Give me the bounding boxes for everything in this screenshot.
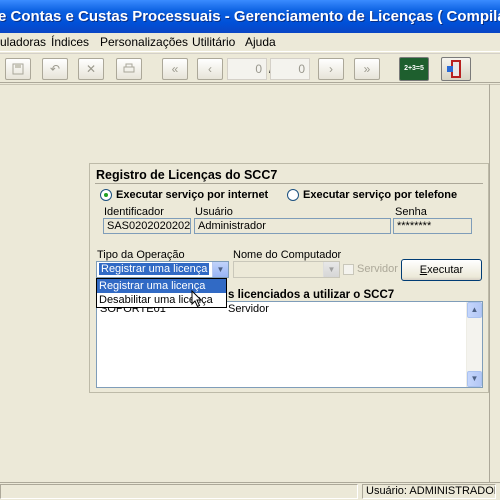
radio-telefone-dot[interactable] — [287, 189, 299, 201]
undo-button[interactable]: ↶ — [42, 58, 68, 80]
licensed-computers-title: s licenciados a utilizar o SCC7 — [228, 289, 395, 301]
tipo-operacao-dropdown: Registrar uma licença Desabilitar uma li… — [96, 278, 227, 308]
executar-label: xecutar — [427, 264, 464, 276]
chevron-down-icon[interactable]: ▼ — [323, 262, 339, 277]
radio-internet[interactable]: Executar serviço por internet — [100, 188, 268, 202]
status-bar: Usuário: ADMINISTRADOR — [0, 482, 500, 500]
status-cell-empty — [0, 484, 358, 499]
left-icon: ‹ — [208, 62, 212, 76]
mouse-cursor-icon — [191, 290, 203, 308]
list-item-type[interactable]: Servidor — [228, 303, 269, 315]
calculator-button[interactable]: 2+3=5 — [399, 57, 429, 81]
servidor-checkbox-box[interactable] — [343, 263, 354, 275]
nav-current-field[interactable]: 0 — [227, 58, 267, 80]
chevron-down-icon[interactable]: ▼ — [212, 262, 228, 277]
servidor-label: Servidor — [357, 263, 398, 275]
identificador-field[interactable]: SAS0202020202 — [103, 218, 191, 234]
radio-internet-dot[interactable] — [100, 189, 112, 201]
radio-telefone-label: Executar serviço por telefone — [303, 189, 458, 201]
identificador-label: Identificador — [104, 206, 164, 218]
nome-computador-select[interactable]: ▼ — [233, 261, 340, 278]
exit-door-icon — [447, 60, 461, 78]
double-right-icon: » — [363, 62, 371, 76]
licensed-computers-list[interactable]: SOPORTE01 Servidor ▲ ▼ — [96, 301, 483, 388]
usuario-field[interactable]: Administrador — [194, 218, 391, 234]
tipo-operacao-select[interactable]: Registrar uma licença ▼ — [96, 261, 229, 278]
floppy-icon — [12, 63, 24, 75]
executar-button[interactable]: Executar — [401, 259, 482, 281]
menu-personalizacoes[interactable]: Personalizações — [100, 35, 188, 49]
window-titlebar: e Contas e Custas Processuais - Gerencia… — [0, 0, 500, 33]
menu-calculadoras[interactable]: uladoras — [0, 35, 46, 49]
servidor-checkbox[interactable]: Servidor — [343, 263, 398, 275]
radio-telefone[interactable]: Executar serviço por telefone — [287, 188, 457, 202]
tipo-operacao-value: Registrar uma licença — [99, 263, 210, 275]
nav-total-field: 0 — [270, 58, 310, 80]
status-user: Usuário: ADMINISTRADOR — [362, 484, 496, 499]
panel-title: Registro de Licenças do SCC7 — [96, 168, 278, 182]
dropdown-option-registrar[interactable]: Registrar uma licença — [97, 279, 226, 293]
usuario-label: Usuário — [195, 206, 233, 218]
senha-label: Senha — [395, 206, 427, 218]
delete-button[interactable]: ✕ — [78, 58, 104, 80]
undo-icon: ↶ — [49, 62, 61, 76]
menu-indices[interactable]: Índices — [51, 35, 89, 49]
prev-record-button[interactable]: ‹ — [197, 58, 223, 80]
menu-bar: uladoras Índices Personalizações Utilitá… — [0, 33, 500, 52]
print-button[interactable] — [116, 58, 142, 80]
last-record-button[interactable]: » — [354, 58, 380, 80]
double-left-icon: « — [171, 62, 179, 76]
tipo-operacao-label: Tipo da Operação — [97, 249, 185, 261]
window-title: e Contas e Custas Processuais - Gerencia… — [0, 8, 500, 25]
radio-internet-label: Executar serviço por internet — [116, 189, 269, 201]
nome-computador-label: Nome do Computador — [233, 249, 342, 261]
right-icon: › — [329, 62, 333, 76]
toolbar: ↶ ✕ « ‹ 0 / 0 › » 2+3=5 — [0, 53, 500, 83]
scroll-down-icon[interactable]: ▼ — [467, 371, 482, 387]
right-divider — [489, 84, 490, 482]
menu-utilitario[interactable]: Utilitário — [192, 35, 235, 49]
first-record-button[interactable]: « — [162, 58, 188, 80]
next-record-button[interactable]: › — [318, 58, 344, 80]
exit-button[interactable] — [441, 57, 471, 81]
scroll-up-icon[interactable]: ▲ — [467, 302, 482, 318]
senha-field[interactable]: ******** — [393, 218, 472, 234]
dropdown-option-desabilitar[interactable]: Desabilitar uma licença — [97, 293, 226, 307]
menu-ajuda[interactable]: Ajuda — [245, 35, 276, 49]
delete-icon: ✕ — [85, 62, 97, 76]
save-button[interactable] — [5, 58, 31, 80]
calculator-icon: 2+3=5 — [404, 65, 424, 72]
printer-icon — [123, 63, 135, 73]
panel-divider — [95, 183, 483, 184]
list-scrollbar[interactable]: ▲ ▼ — [466, 302, 482, 387]
